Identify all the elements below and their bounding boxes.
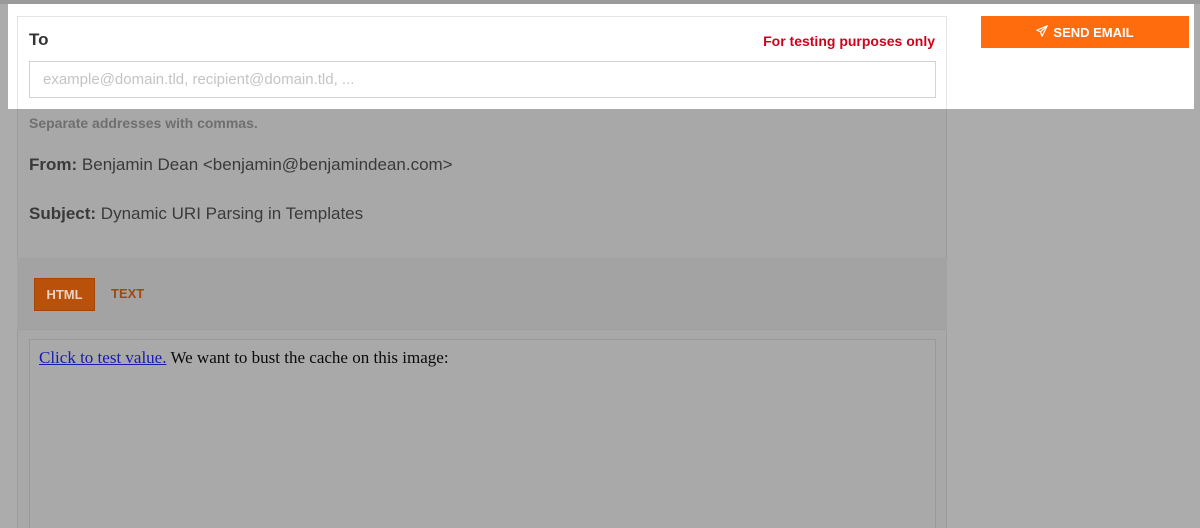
from-value: Benjamin Dean <benjamin@benjamindean.com… <box>81 155 453 174</box>
to-input[interactable] <box>29 61 936 98</box>
send-email-button[interactable]: SEND EMAIL <box>981 16 1189 48</box>
preview-content: Click to test value. We want to bust the… <box>39 348 449 368</box>
paper-plane-icon <box>1036 24 1049 40</box>
send-email-label: SEND EMAIL <box>1053 24 1134 40</box>
testing-warning: For testing purposes only <box>763 33 935 49</box>
test-value-link[interactable]: Click to test value. <box>39 348 166 367</box>
preview-body-text: We want to bust the cache on this image: <box>170 348 449 367</box>
to-hint: Separate addresses with commas. <box>29 115 258 131</box>
format-tabs <box>17 258 947 330</box>
subject-label: Subject: <box>29 204 97 223</box>
subject-value: Dynamic URI Parsing in Templates <box>100 204 364 223</box>
from-line: From: Benjamin Dean <benjamin@benjaminde… <box>29 155 453 175</box>
tab-html[interactable]: HTML <box>34 278 95 311</box>
to-label: To <box>29 30 49 49</box>
subject-line: Subject: Dynamic URI Parsing in Template… <box>29 204 363 224</box>
from-label: From: <box>29 155 78 174</box>
tab-text[interactable]: TEXT <box>111 286 144 301</box>
